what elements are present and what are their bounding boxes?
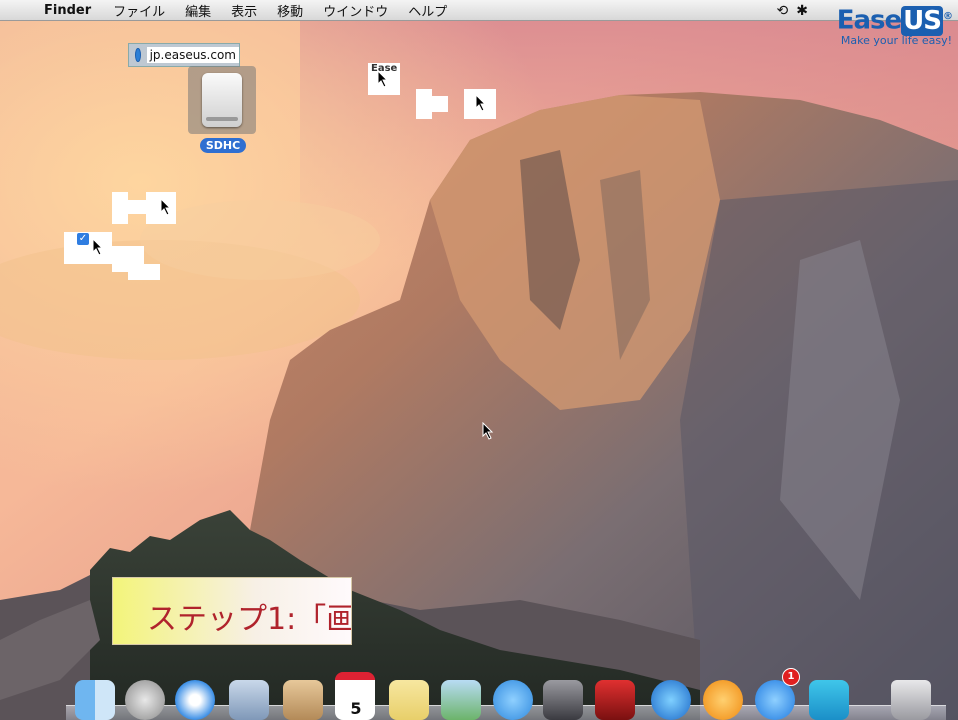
url-drag-chip[interactable]: jp.easeus.com [128, 43, 240, 67]
globe-icon [135, 48, 141, 62]
menu-help[interactable]: ヘルプ [398, 1, 457, 20]
menu-bar: Finder ファイル 編集 表示 移動 ウインドウ ヘルプ ⟲ ✱ [0, 0, 958, 21]
screen-fragment [128, 264, 160, 280]
checkbox-checked-icon: ✓ [77, 233, 89, 245]
drive-label: SDHC [199, 138, 247, 153]
desktop: Finder ファイル 編集 表示 移動 ウインドウ ヘルプ ⟲ ✱ EaseU… [0, 0, 958, 720]
dock-toolbox-icon[interactable] [806, 674, 852, 720]
dock-safari-icon[interactable] [172, 674, 218, 720]
sdhc-drive-icon[interactable]: SDHC [188, 66, 258, 153]
url-text: jp.easeus.com [146, 47, 239, 63]
bluetooth-icon[interactable]: ✱ [796, 3, 808, 19]
menu-go[interactable]: 移動 [267, 1, 313, 20]
dock-mail-icon[interactable] [226, 674, 272, 720]
easeus-watermark: EaseUS ® Make your life easy! [822, 2, 953, 47]
dock-photobooth-icon[interactable] [592, 674, 638, 720]
dock-launchpad-icon[interactable] [122, 674, 168, 720]
menu-edit[interactable]: 編集 [175, 1, 221, 20]
dock-contacts-icon[interactable] [280, 674, 326, 720]
dock-itunes-icon[interactable] [648, 674, 694, 720]
calendar-day: 5 [350, 699, 362, 718]
time-machine-icon[interactable]: ⟲ [777, 3, 789, 19]
removable-disk-icon [202, 73, 242, 127]
menu-app-finder[interactable]: Finder [40, 3, 103, 18]
screen-fragment [430, 96, 448, 112]
dock-trash-icon[interactable] [888, 674, 934, 720]
screen-fragment [128, 200, 148, 214]
easeus-tagline: Make your life easy! [840, 33, 952, 47]
dock-notes-icon[interactable] [386, 674, 432, 720]
app-store-badge: 1 [782, 668, 800, 686]
easeus-logo-text: EaseUS ® [836, 5, 953, 36]
menu-file[interactable]: ファイル [103, 1, 175, 20]
dock-preview-icon[interactable] [438, 674, 484, 720]
dock-messages-icon[interactable] [490, 674, 536, 720]
dock-finder-icon[interactable] [72, 674, 118, 720]
dock-facetime-icon[interactable] [540, 674, 586, 720]
dock: 5 1 [66, 668, 946, 720]
step-banner: ステップ1:「画 [112, 577, 352, 645]
menu-view[interactable]: 表示 [221, 1, 267, 20]
screen-fragment [112, 192, 128, 224]
dock-app-store-icon[interactable]: 1 [752, 668, 800, 720]
dock-ibooks-icon[interactable] [700, 674, 746, 720]
dock-calendar-icon[interactable]: 5 [332, 672, 378, 720]
drive-selection-highlight [188, 66, 256, 134]
step-banner-text: ステップ1:「画 [147, 602, 352, 637]
menu-window[interactable]: ウインドウ [313, 1, 398, 20]
